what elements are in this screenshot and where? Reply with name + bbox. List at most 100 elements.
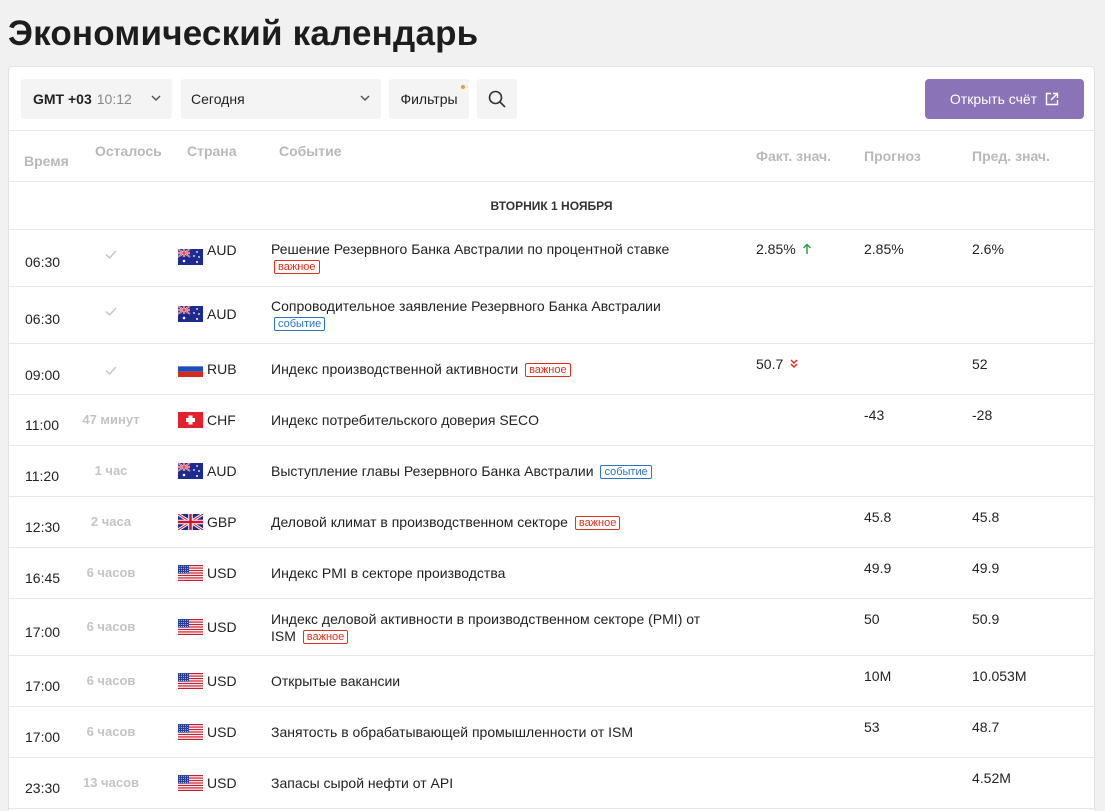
currency-code: USD xyxy=(207,565,237,581)
table-row[interactable]: 11:00 47 минут CHF Индекс потребительского … xyxy=(9,395,1094,446)
column-previous[interactable]: Пред. знач. xyxy=(972,148,1050,164)
currency-code: CHF xyxy=(207,412,236,428)
event-time: 11:00 xyxy=(25,417,59,433)
table-row[interactable]: 16:45 6 часов USD Индекс PMI в секторе прои… xyxy=(9,548,1094,599)
previous-value: 49.9 xyxy=(972,560,1000,576)
table-row[interactable]: 11:20 1 час AUD Выступление главы Резервног… xyxy=(9,446,1094,497)
forecast-value: 50 xyxy=(864,611,880,627)
currency-code: USD xyxy=(207,775,237,791)
calendar-card: GMT +03 10:12 Сегодня Фильтры Открыть сч… xyxy=(8,66,1095,811)
event-time: 12:30 xyxy=(25,519,61,535)
event-time: 09:00 xyxy=(25,367,61,383)
event-title[interactable]: Индекс PMI в секторе производства xyxy=(271,565,505,581)
day-select-value: Сегодня xyxy=(191,91,245,107)
event-name[interactable]: Индекс потребительского доверия SECO xyxy=(271,412,711,429)
event-title[interactable]: Индекс производственной активности xyxy=(271,361,518,377)
timezone-select[interactable]: GMT +03 10:12 xyxy=(21,79,172,119)
search-button[interactable] xyxy=(477,79,517,119)
flag-au-icon xyxy=(177,305,203,322)
event-time: 17:00 xyxy=(25,729,61,745)
time-remaining: 6 часов xyxy=(86,673,136,688)
search-icon xyxy=(488,90,506,108)
important-badge: важное xyxy=(302,630,349,644)
currency-code: GBP xyxy=(207,514,237,530)
previous-value: 2.6% xyxy=(972,241,1004,257)
check-icon xyxy=(105,362,117,376)
currency-code: AUD xyxy=(207,242,237,258)
event-name[interactable]: Индекс PMI в секторе производства xyxy=(271,565,711,582)
table-row[interactable]: 09:00 RUB Индекс производственной активнос… xyxy=(9,344,1094,395)
event-name[interactable]: Сопроводительное заявление Резервного Ба… xyxy=(271,298,711,332)
table-row[interactable]: 12:30 2 часа GBP Деловой климат в производс… xyxy=(9,497,1094,548)
event-title[interactable]: Выступление главы Резервного Банка Австр… xyxy=(271,463,594,479)
currency-code: USD xyxy=(207,724,237,740)
open-account-label: Открыть счёт xyxy=(949,91,1038,107)
event-title[interactable]: Запасы сырой нефти от API xyxy=(271,775,453,791)
time-remaining: 6 часов xyxy=(86,619,136,634)
flag-us-icon xyxy=(178,619,203,635)
flag-gb-icon xyxy=(177,512,204,532)
important-badge: важное xyxy=(274,260,320,274)
flag-au-icon xyxy=(177,248,203,265)
actual-value: 50.7 xyxy=(756,356,799,373)
chevron-down-icon xyxy=(151,95,161,102)
column-country[interactable]: Страна xyxy=(187,143,237,159)
event-name[interactable]: Занятость в обрабатывающей промышленност… xyxy=(271,724,711,741)
event-title[interactable]: Занятость в обрабатывающей промышленност… xyxy=(271,724,633,740)
previous-value: 45.8 xyxy=(972,509,1000,525)
timezone-label: GMT +03 xyxy=(33,91,92,107)
column-remaining[interactable]: Осталось xyxy=(95,143,162,159)
event-name[interactable]: Индекс производственной активности важно… xyxy=(271,361,711,378)
currency-code: AUD xyxy=(207,306,237,322)
previous-value: 48.7 xyxy=(972,719,1000,735)
previous-value: 10.053M xyxy=(972,668,1027,684)
double-chevron-down-icon xyxy=(789,357,799,373)
check-icon xyxy=(105,246,117,260)
column-event[interactable]: Событие xyxy=(279,143,342,159)
table-row[interactable]: 06:30 AUD Решение Резервного Банка Австрал… xyxy=(9,230,1094,287)
events-list: 06:30 AUD Решение Резервного Банка Австрал… xyxy=(9,230,1094,809)
flag-us-icon xyxy=(178,775,203,791)
event-title[interactable]: Индекс потребительского доверия SECO xyxy=(271,412,539,428)
check-icon xyxy=(105,303,117,317)
event-title[interactable]: Сопроводительное заявление Резервного Ба… xyxy=(271,298,661,314)
filters-button[interactable]: Фильтры xyxy=(389,79,469,119)
event-title[interactable]: Деловой климат в производственном сектор… xyxy=(271,514,568,530)
event-time: 17:00 xyxy=(25,678,61,694)
column-actual[interactable]: Факт. знач. xyxy=(756,148,831,164)
timezone-time: 10:12 xyxy=(96,91,132,107)
day-select[interactable]: Сегодня xyxy=(181,79,381,119)
time-remaining: 2 часа xyxy=(90,514,132,529)
event-badge: событие xyxy=(600,465,652,479)
forecast-value: 10M xyxy=(864,668,892,684)
event-name[interactable]: Запасы сырой нефти от API xyxy=(271,775,711,792)
table-row[interactable]: 17:00 6 часов USD Индекс деловой активности… xyxy=(9,599,1094,656)
column-time[interactable]: Время xyxy=(24,153,69,169)
toolbar: GMT +03 10:12 Сегодня Фильтры Открыть сч… xyxy=(9,67,1094,131)
event-name[interactable]: Открытые вакансии xyxy=(271,673,711,690)
table-row[interactable]: 06:30 AUD Сопроводительное заявление Резер… xyxy=(9,287,1094,344)
currency-code: USD xyxy=(207,673,237,689)
event-title[interactable]: Открытые вакансии xyxy=(271,673,400,689)
currency-code: RUB xyxy=(207,361,237,377)
event-name[interactable]: Решение Резервного Банка Австралии по пр… xyxy=(271,241,711,275)
table-row[interactable]: 17:00 6 часов USD Открытые вакансии 10M 10.05… xyxy=(9,656,1094,707)
event-badge: событие xyxy=(274,317,326,331)
currency-code: USD xyxy=(207,619,237,635)
forecast-value: 49.9 xyxy=(864,560,892,576)
previous-value: 4.52M xyxy=(972,770,1011,786)
flag-ru-icon xyxy=(177,360,204,378)
column-forecast[interactable]: Прогноз xyxy=(864,148,921,164)
previous-value: 50.9 xyxy=(972,611,1000,627)
open-account-button[interactable]: Открыть счёт xyxy=(925,79,1084,119)
previous-value: -28 xyxy=(972,407,993,423)
table-row[interactable]: 17:00 6 часов USD Занятость в обрабатывающе… xyxy=(9,707,1094,758)
table-row[interactable]: 23:30 13 часов USD Запасы сырой нефти от AP… xyxy=(9,758,1094,809)
event-name[interactable]: Выступление главы Резервного Банка Австр… xyxy=(271,463,711,480)
actual-value: 2.85% xyxy=(756,241,812,258)
event-title[interactable]: Решение Резервного Банка Австралии по пр… xyxy=(271,241,669,257)
event-time: 06:30 xyxy=(25,254,61,270)
flag-ch-icon xyxy=(178,412,203,428)
event-name[interactable]: Индекс деловой активности в производстве… xyxy=(271,611,711,645)
event-name[interactable]: Деловой климат в производственном сектор… xyxy=(271,514,711,531)
